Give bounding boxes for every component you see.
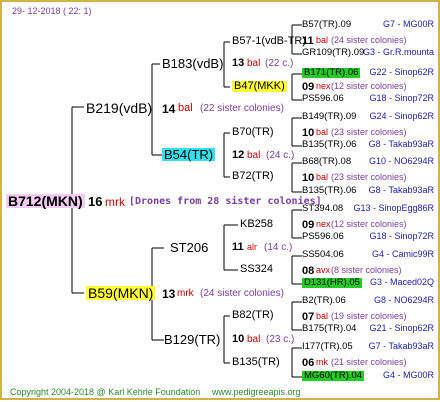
g4-queen[interactable]: D131(HR).05 <box>302 278 362 288</box>
g4-code: G4 - Camic99R <box>371 249 434 259</box>
sire-dam-note: (24 c.) <box>266 150 295 161</box>
sire-dam-queen[interactable]: B54(TR) <box>162 148 216 161</box>
g4-code: G22 - Sinop62R <box>369 67 434 77</box>
g4-code: G4 - MG00R <box>382 370 434 380</box>
g4-queen[interactable]: PS596.06 <box>302 232 344 242</box>
sire-count: 14 <box>162 102 176 116</box>
g4-queen[interactable]: B2(TR).06 <box>302 296 346 306</box>
g4-code: G7 - MG00R <box>382 19 434 29</box>
dam-dam-count: 10 <box>232 333 245 345</box>
g4-queen[interactable]: B57(TR).09 <box>302 20 351 30</box>
sire-note: (22 sister colonies) <box>200 103 284 114</box>
g4-queen[interactable]: SS504.06 <box>302 250 344 260</box>
g4-queen[interactable]: B149(TR).09 <box>302 112 356 122</box>
dam-count: 13 <box>162 287 176 301</box>
g4-code: G18 - Sinop72R <box>369 93 434 103</box>
g3-note: (23 sister colonies) <box>331 172 407 182</box>
g4-queen[interactable]: PS596.06 <box>302 94 344 104</box>
g3-queen[interactable]: SS324 <box>240 264 273 275</box>
g3-note: (23 sister colonies) <box>331 127 407 137</box>
g3-queen[interactable]: B57-1(vdB-TR) <box>232 36 306 47</box>
dam-sire-mark: alr <box>247 242 258 252</box>
g3-note: (12 sister colonies) <box>331 219 407 229</box>
root-queen[interactable]: B712(MKN) <box>6 194 85 208</box>
g3-count: 06 <box>302 357 315 369</box>
g4-queen[interactable]: I177(TR).05 <box>302 342 353 352</box>
g3-count: 10 <box>302 172 315 184</box>
g3-note: (24 sister colonies) <box>331 35 407 45</box>
g3-mark: nex <box>316 219 331 229</box>
dam-note: (24 sister colonies) <box>200 288 284 299</box>
g4-queen[interactable]: MG60(TR).04 <box>302 371 365 381</box>
website-link[interactable]: www.pedigreeapis.org <box>212 388 301 397</box>
dam-sire-note: (14 c.) <box>264 242 293 253</box>
g4-queen[interactable]: ST394.08 <box>302 204 343 214</box>
g4-queen[interactable]: B135(TR).06 <box>302 186 356 196</box>
g3-note: (19 sister colonies) <box>331 311 407 321</box>
g4-code: G3 - Gr.R.mounta <box>362 47 434 57</box>
g3-mark: nex <box>316 81 331 91</box>
g4-code: G24 - Sinop62R <box>369 111 434 121</box>
g3-queen[interactable]: B72(TR) <box>232 171 274 182</box>
g3-mark: bal <box>316 127 329 137</box>
g4-code: G13 - SinopEgg86R <box>353 203 434 213</box>
g3-mark: bal <box>316 311 329 321</box>
dam-sire-count: 11 <box>232 241 244 253</box>
g4-queen[interactable]: B135(TR).06 <box>302 140 356 150</box>
dam-dam-mark: bal <box>247 334 261 345</box>
root-mark: mrk <box>105 195 125 209</box>
root-count: 16 <box>88 194 103 209</box>
g4-code: G18 - Sinop72R <box>369 231 434 241</box>
g4-queen[interactable]: B175(TR).04 <box>302 324 356 334</box>
g4-code: G21 - Sinop62R <box>369 323 434 333</box>
g4-code: G8 - Takab93aR <box>368 185 434 195</box>
g4-code: G10 - NO6294R <box>368 156 434 166</box>
g3-mark: avx <box>316 265 331 275</box>
sire-dam-mark: bal <box>247 150 261 161</box>
g3-queen[interactable]: B47(MKK) <box>232 81 287 92</box>
g3-mark: bal <box>316 35 329 45</box>
g3-queen[interactable]: KB258 <box>240 219 273 230</box>
copyright: Copyright 2004-2018 @ Karl Kehrle Founda… <box>10 387 201 397</box>
g3-queen[interactable]: B82(TR) <box>232 310 274 321</box>
pedigree-panel: 29- 12-2018 ( 22: 1) B712(MKN) 16 mrk [D… <box>0 0 440 400</box>
g3-note: (12 sister colonies) <box>331 81 407 91</box>
g3-queen[interactable]: B135(TR) <box>232 357 280 368</box>
g4-code: G7 - Takab93aR <box>368 341 434 351</box>
g3-count: 11 <box>302 35 314 47</box>
g4-code: G8 - Takab93aR <box>368 139 434 149</box>
sire-sire-queen[interactable]: B183(vdB) <box>162 57 223 70</box>
sire-dam-count: 12 <box>232 149 245 161</box>
g3-count: 10 <box>302 127 315 139</box>
sire-sire-count: 13 <box>232 57 245 69</box>
g3-count: 08 <box>302 265 315 277</box>
sire-sire-note: (22 c.) <box>265 58 294 69</box>
g4-code: G3 - Maced02Q <box>369 277 434 287</box>
g3-count: 07 <box>302 311 315 323</box>
dam-dam-queen[interactable]: B129(TR) <box>164 333 220 346</box>
g4-queen[interactable]: GR109(TR).09 <box>302 48 364 58</box>
g3-count: 09 <box>302 219 315 231</box>
g3-mark: bal <box>316 172 329 182</box>
print-date: 29- 12-2018 ( 22: 1) <box>12 6 92 16</box>
g3-mark: mk <box>316 357 328 367</box>
g3-note: (21 sister colonies) <box>331 357 407 367</box>
dam-sire-queen[interactable]: ST206 <box>170 241 208 254</box>
g3-count: 09 <box>302 81 315 93</box>
dam-mark: mrk <box>177 288 194 299</box>
g3-queen[interactable]: B70(TR) <box>232 127 274 138</box>
dam-dam-note: (23 c.) <box>266 334 295 345</box>
g4-code: G8 - NO6294R <box>373 295 434 305</box>
g4-queen[interactable]: B171(TR).06 <box>302 68 361 78</box>
sire-queen[interactable]: B219(vdB) <box>86 101 152 115</box>
g4-queen[interactable]: B68(TR).08 <box>302 157 351 167</box>
sire-sire-mark: bal <box>247 58 261 69</box>
root-note: [Drones from 28 sister colonies] <box>129 196 322 207</box>
g3-note: (8 sister colonies) <box>331 265 402 275</box>
sire-mark: bal <box>178 102 193 114</box>
dam-queen[interactable]: B59(MKN) <box>86 286 156 300</box>
